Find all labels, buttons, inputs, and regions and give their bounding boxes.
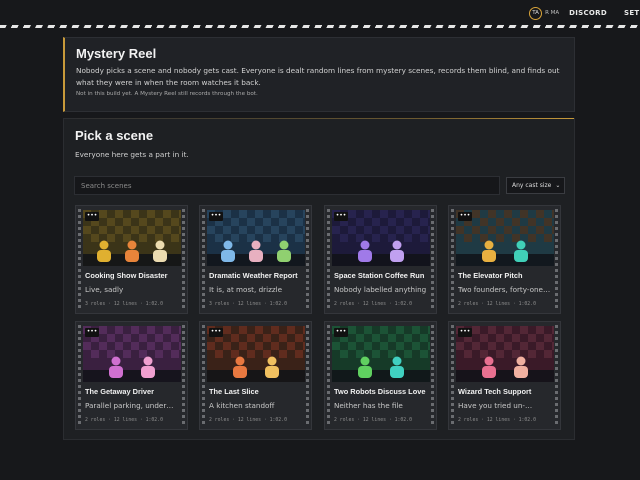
scene-description: Two founders, forty-one…	[458, 285, 551, 294]
scene-meta: 2 roles · 12 lines · 1:02.0	[458, 302, 536, 307]
film-sprockets-right	[306, 209, 309, 310]
scene-meta: 2 roles · 12 lines · 1:02.0	[458, 418, 536, 423]
scene-meta: 2 roles · 12 lines · 1:02.0	[85, 418, 163, 423]
film-sprockets-right	[182, 209, 185, 310]
more-options-icon[interactable]: •••	[85, 328, 99, 337]
scene-card[interactable]: ••• Wizard Tech Support Have you tried un-…	[448, 321, 561, 430]
scene-title: Dramatic Weather Report	[209, 271, 298, 280]
search-input[interactable]	[74, 176, 500, 195]
avatar[interactable]: TA	[529, 6, 543, 20]
mystery-reel-card: Mystery Reel Nobody picks a scene and no…	[63, 37, 575, 112]
mystery-reel-note: Not in this build yet. A Mystery Reel st…	[76, 91, 258, 97]
film-sprockets-right	[555, 209, 558, 310]
film-sprockets-right	[555, 325, 558, 426]
film-sprockets-left	[451, 325, 454, 426]
more-options-icon[interactable]: •••	[334, 328, 348, 337]
chevron-down-icon: ⌄	[555, 182, 561, 189]
nav-settings-link[interactable]: SET	[624, 9, 640, 17]
scene-description: Parallel parking, under…	[85, 401, 174, 410]
more-options-icon[interactable]: •••	[209, 328, 223, 337]
scene-description: Nobody labelled anything	[334, 285, 427, 294]
hazard-stripe-divider	[0, 25, 640, 28]
cast-size-value: Any cast size	[512, 182, 552, 189]
panel-accent-line	[64, 118, 574, 119]
film-sprockets-right	[182, 325, 185, 426]
scene-description: Live, sadly	[85, 285, 124, 294]
scene-meta: 3 roles · 12 lines · 1:02.0	[209, 302, 287, 307]
scene-card[interactable]: ••• The Elevator Pitch Two founders, forty…	[448, 205, 561, 314]
scene-card[interactable]: ••• Dramatic Weather Report It is, at most…	[199, 205, 312, 314]
scene-title: Cooking Show Disaster	[85, 271, 168, 280]
film-sprockets-left	[451, 209, 454, 310]
more-options-icon[interactable]: •••	[458, 212, 472, 221]
more-options-icon[interactable]: •••	[458, 328, 472, 337]
user-menu[interactable]: TA R MA	[529, 6, 559, 20]
mystery-reel-description: Nobody picks a scene and nobody gets cas…	[76, 66, 560, 87]
scene-title: The Last Slice	[209, 387, 259, 396]
film-sprockets-left	[78, 209, 81, 310]
scene-description: Have you tried un-…	[458, 401, 533, 410]
scene-title: Space Station Coffee Run	[334, 271, 425, 280]
scene-meta: 2 roles · 12 lines · 1:02.0	[209, 418, 287, 423]
scene-picker-panel: Pick a scene Everyone here gets a part i…	[63, 118, 575, 440]
scene-card[interactable]: ••• Cooking Show Disaster Live, sadly 3 rol…	[75, 205, 188, 314]
film-sprockets-left	[78, 325, 81, 426]
nav-discord-link[interactable]: DISCORD	[569, 9, 607, 17]
scene-card[interactable]: ••• The Getaway Driver Parallel parking, u…	[75, 321, 188, 430]
film-sprockets-left	[327, 209, 330, 310]
scene-meta: 2 roles · 12 lines · 1:02.0	[334, 302, 412, 307]
film-sprockets-right	[306, 325, 309, 426]
scene-card[interactable]: ••• Space Station Coffee Run Nobody labell…	[324, 205, 437, 314]
scene-meta: 2 roles · 12 lines · 1:02.0	[334, 418, 412, 423]
scene-title: The Elevator Pitch	[458, 271, 523, 280]
film-sprockets-right	[431, 325, 434, 426]
scene-title: Wizard Tech Support	[458, 387, 532, 396]
film-sprockets-right	[431, 209, 434, 310]
scene-title: The Getaway Driver	[85, 387, 155, 396]
film-sprockets-left	[202, 209, 205, 310]
scene-meta: 3 roles · 12 lines · 1:02.0	[85, 302, 163, 307]
film-sprockets-left	[327, 325, 330, 426]
scene-card[interactable]: ••• Two Robots Discuss Love Neither has th…	[324, 321, 437, 430]
user-name[interactable]: R MA	[545, 10, 559, 16]
film-sprockets-left	[202, 325, 205, 426]
scene-description: Neither has the file	[334, 401, 403, 410]
more-options-icon[interactable]: •••	[85, 212, 99, 221]
cast-size-select[interactable]: Any cast size ⌄	[506, 177, 565, 194]
page-title: Pick a scene	[75, 128, 154, 143]
scene-description: A kitchen standoff	[209, 401, 275, 410]
mystery-reel-title: Mystery Reel	[76, 46, 157, 61]
page-subtitle: Everyone here gets a part in it.	[75, 150, 189, 159]
scene-title: Two Robots Discuss Love	[334, 387, 426, 396]
top-nav: TA R MA DISCORD SET	[0, 0, 640, 26]
more-options-icon[interactable]: •••	[209, 212, 223, 221]
more-options-icon[interactable]: •••	[334, 212, 348, 221]
scene-description: It is, at most, drizzle	[209, 285, 283, 294]
scene-card[interactable]: ••• The Last Slice A kitchen standoff 2 rol…	[199, 321, 312, 430]
